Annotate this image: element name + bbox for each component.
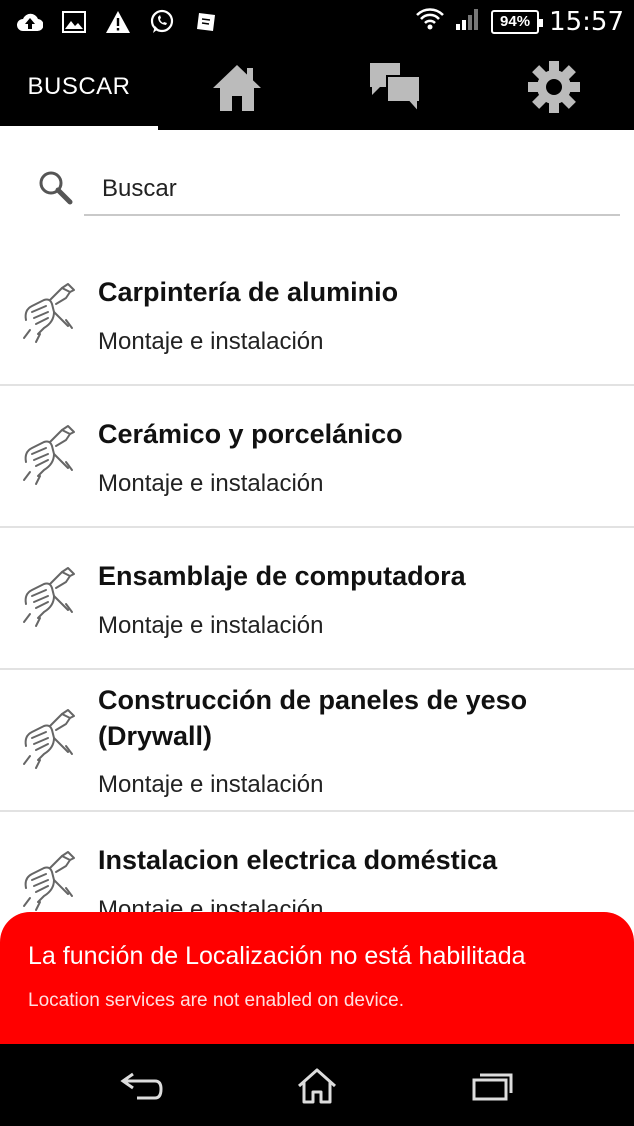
results-list: Carpintería de aluminio Montaje e instal… [0, 244, 634, 954]
search-input[interactable] [84, 164, 620, 216]
tools-hand-icon [23, 851, 75, 911]
toast-detail: Location services are not enabled on dev… [28, 990, 405, 1011]
item-subtitle: Montaje e instalación [98, 470, 324, 497]
tools-hand-icon [23, 567, 75, 627]
top-nav: BUSCAR [0, 44, 634, 130]
recent-apps-icon [472, 1073, 513, 1101]
chat-icon [370, 63, 421, 114]
signal-icon [455, 6, 481, 37]
tools-hand-icon [23, 283, 75, 343]
cloud-upload-icon [16, 8, 44, 36]
item-subtitle: Montaje e instalación [98, 771, 324, 798]
system-nav-bar [0, 1044, 634, 1126]
status-bar: 94% 15:57 [0, 0, 634, 44]
notification-icons [16, 8, 220, 36]
item-title: Instalacion electrica doméstica [98, 845, 498, 875]
tools-hand-icon [23, 425, 75, 485]
gear-icon [528, 61, 580, 113]
warning-icon [104, 8, 132, 36]
battery-icon: 94% [491, 9, 544, 34]
item-title: Construcción de paneles de yeso (Drywall… [98, 685, 528, 751]
list-item[interactable]: Ensamblaje de computadora Montaje e inst… [0, 528, 634, 670]
wifi-icon [415, 6, 445, 37]
tab-home[interactable] [158, 44, 316, 130]
whatsapp-icon [148, 8, 176, 36]
list-item[interactable]: Cerámico y porcelánico Montaje e instala… [0, 386, 634, 528]
search-icon [39, 171, 73, 205]
home-icon [213, 65, 261, 111]
image-icon [60, 8, 88, 36]
list-item[interactable]: Carpintería de aluminio Montaje e instal… [0, 244, 634, 386]
item-title: Carpintería de aluminio [98, 277, 399, 307]
nav-home-button[interactable] [287, 1064, 347, 1108]
item-subtitle: Montaje e instalación [98, 328, 324, 355]
clock: 15:57 [549, 6, 624, 37]
tab-buscar[interactable]: BUSCAR [0, 44, 158, 130]
tab-buscar-label: BUSCAR [27, 73, 131, 100]
tools-hand-icon [23, 709, 75, 769]
toast-message: La función de Localización no está habil… [28, 942, 526, 970]
status-right: 94% 15:57 [415, 6, 624, 37]
tab-settings[interactable] [474, 44, 634, 130]
location-alert-toast: La función de Localización no está habil… [0, 912, 634, 1044]
back-button[interactable] [112, 1064, 172, 1108]
recent-apps-button[interactable] [462, 1064, 522, 1108]
tab-chat[interactable] [316, 44, 474, 130]
back-icon [120, 1072, 163, 1100]
list-item[interactable]: Construcción de paneles de yeso (Drywall… [0, 670, 634, 812]
home-icon [298, 1068, 336, 1104]
item-title: Ensamblaje de computadora [98, 561, 466, 591]
search-row [0, 130, 634, 240]
app-icon [192, 8, 220, 36]
item-title: Cerámico y porcelánico [98, 419, 403, 449]
item-subtitle: Montaje e instalación [98, 612, 324, 639]
